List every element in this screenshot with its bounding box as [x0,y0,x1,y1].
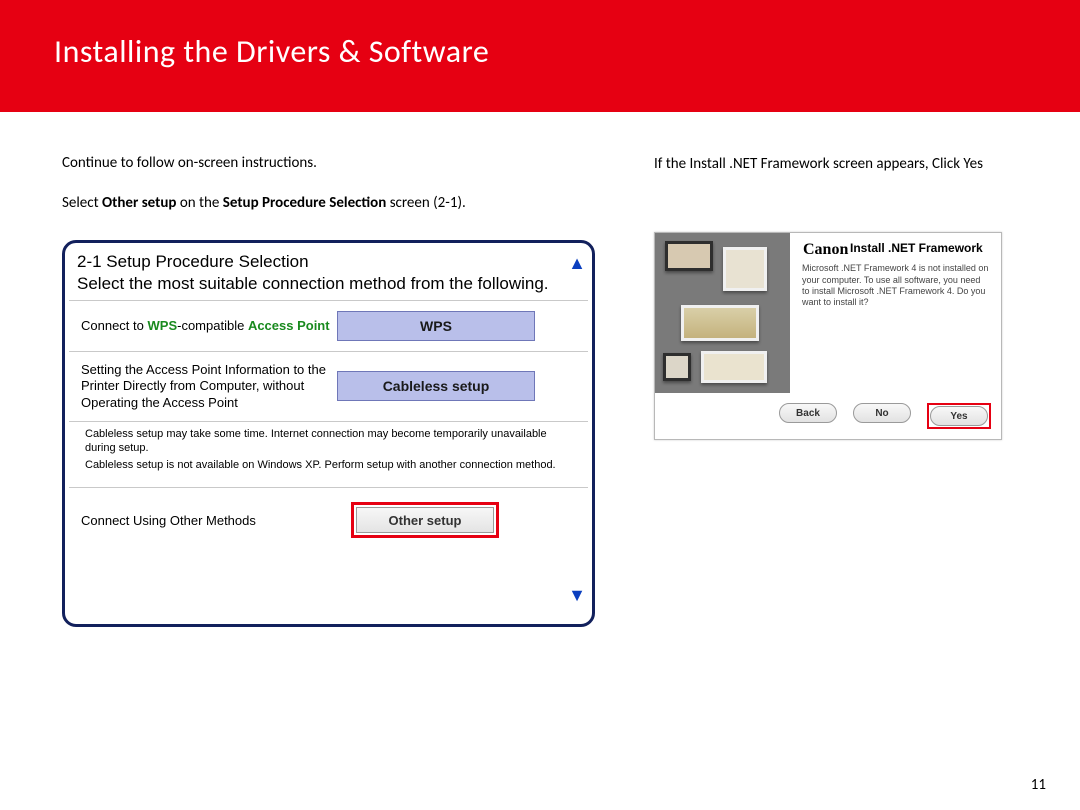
sps-empty-area [69,556,588,616]
text: -compatible [177,318,248,333]
photo-frame-icon [701,351,767,383]
left-column: Continue to follow on-screen instruction… [62,154,612,627]
wps-button[interactable]: WPS [337,311,535,341]
back-button[interactable]: Back [779,403,837,423]
net-framework-dialog: Canon Install .NET Framework Microsoft .… [654,232,1002,440]
instruction-select: Select Other setup on the Setup Procedur… [62,194,612,212]
bold-other-setup: Other setup [102,194,176,212]
sps-title: 2-1 Setup Procedure Selection [69,246,588,274]
text: Connect to [81,318,148,333]
other-setup-highlight: Other setup [351,502,499,538]
sps-row-other: Connect Using Other Methods Other setup [69,488,588,556]
net-dialog-text: Microsoft .NET Framework 4 is not instal… [802,263,991,308]
scroll-up-icon[interactable]: ▲ [568,253,586,274]
net-body: Canon Install .NET Framework Microsoft .… [655,233,1001,393]
text: screen (2-1). [386,194,466,212]
page-content: Continue to follow on-screen instruction… [0,112,1080,627]
sps-row-wps-desc: Connect to WPS-compatible Access Point [81,318,337,334]
text: on the [176,194,222,212]
cableless-setup-button[interactable]: Cableless setup [337,371,535,401]
sps-subtitle: Select the most suitable connection meth… [69,274,588,301]
page-number: 11 [1031,776,1046,794]
sps-note-2: Cableless setup is not available on Wind… [85,459,576,473]
net-side-image [655,233,790,393]
sps-row-cableless-desc: Setting the Access Point Information to … [81,362,337,411]
text: Select [62,194,102,212]
photo-frame-icon [723,247,767,291]
yes-button[interactable]: Yes [930,406,988,426]
yes-button-highlight: Yes [927,403,991,429]
text-green: WPS [148,318,178,333]
instruction-net-framework: If the Install .NET Framework screen app… [654,154,1014,174]
other-setup-button[interactable]: Other setup [356,507,494,533]
photo-frame-icon [681,305,759,341]
page-title: Installing the Drivers & Software [54,32,1080,71]
text-green: Access Point [248,318,330,333]
photo-frame-icon [665,241,713,271]
net-buttons: Back No Yes [655,393,1001,439]
sps-note-1: Cableless setup may take some time. Inte… [85,428,576,456]
bold-setup-procedure: Setup Procedure Selection [223,194,387,212]
instruction-continue: Continue to follow on-screen instruction… [62,154,612,172]
canon-logo: Canon [803,241,848,259]
setup-procedure-window: ▲ 2-1 Setup Procedure Selection Select t… [62,240,595,627]
sps-row-wps: Connect to WPS-compatible Access Point W… [69,301,588,352]
no-button[interactable]: No [853,403,911,423]
sps-notes: Cableless setup may take some time. Inte… [69,422,588,488]
photo-frame-icon [663,353,691,381]
sps-row-cableless: Setting the Access Point Information to … [69,352,588,422]
page-header: Installing the Drivers & Software [0,0,1080,112]
sps-row-other-desc: Connect Using Other Methods [81,513,351,528]
net-dialog-title: Install .NET Framework [850,241,991,255]
scroll-down-icon[interactable]: ▼ [568,585,586,606]
right-column: If the Install .NET Framework screen app… [654,154,1014,627]
